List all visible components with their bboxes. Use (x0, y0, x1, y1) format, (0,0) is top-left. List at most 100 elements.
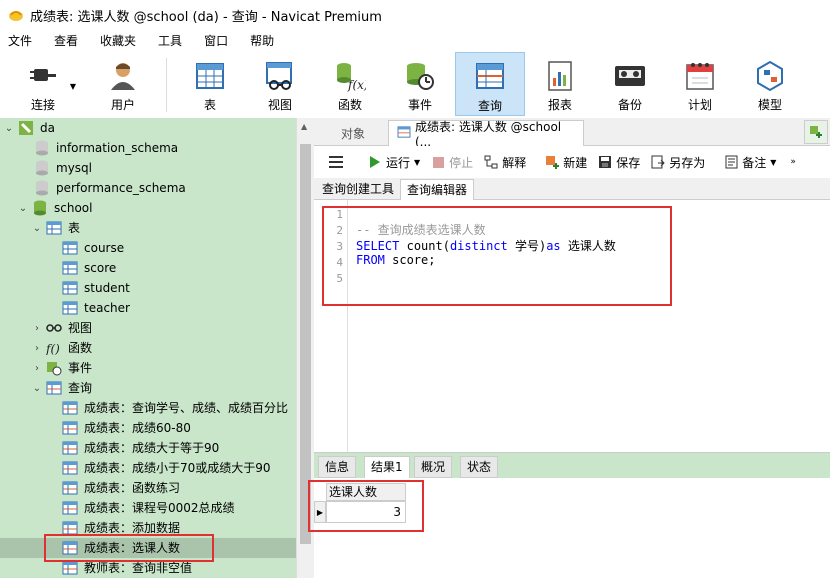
tree-group-queries[interactable]: ⌄ 查询 (32, 378, 92, 398)
toolbar-divider (166, 58, 167, 112)
chevron-down-icon[interactable]: ⌄ (18, 203, 28, 214)
tree-connection-da[interactable]: ⌄ da (4, 118, 55, 138)
query-icon (62, 560, 78, 576)
table-name: course (84, 241, 125, 255)
tab-query-editor[interactable]: 查询编辑器 (400, 179, 475, 200)
tree-table-student[interactable]: student (62, 278, 130, 298)
query-name: 成绩表：课程号0002总成绩 (84, 501, 235, 515)
main-toolbar: 连接 ▼ 用户 表 视图 f(x) 函数 (0, 52, 830, 118)
query-name: 成绩表：函数练习 (84, 481, 181, 495)
query-icon (62, 460, 78, 476)
result-grid: 选课人数 ▶ 3 (308, 478, 830, 578)
menu-toggle-button[interactable] (328, 154, 347, 170)
tree-group-views[interactable]: › 视图 (32, 318, 92, 338)
run-label: 运行 (386, 155, 411, 170)
stop-button[interactable]: 停止 (430, 154, 473, 171)
menu-file[interactable]: 文件 (0, 30, 43, 52)
chevron-down-icon[interactable]: ⌄ (4, 123, 14, 134)
tree-query-item[interactable]: 成绩表：成绩大于等于90 (62, 438, 219, 458)
menu-favorites[interactable]: 收藏夹 (89, 30, 147, 52)
event-button[interactable]: 事件 (385, 52, 455, 116)
save-label: 保存 (616, 155, 641, 170)
view-button[interactable]: 视图 (245, 52, 315, 116)
tree-table-course[interactable]: course (62, 238, 124, 258)
save-icon (597, 154, 613, 170)
group-label: 视图 (68, 321, 93, 335)
database-icon (34, 140, 50, 156)
sql-editor[interactable]: 1 2 3 4 5 -- 查询成绩表选课人数 SELECT count(dist… (314, 200, 830, 452)
object-tree: ⌄ da information_schema mysql performanc… (0, 118, 296, 578)
tab-query-builder[interactable]: 查询创建工具 (316, 179, 400, 200)
explain-button[interactable]: 解释 (483, 154, 526, 171)
menu-tools[interactable]: 工具 (147, 30, 193, 52)
run-button[interactable]: 运行 ▼ (367, 154, 420, 171)
tree-table-score[interactable]: score (62, 258, 116, 278)
tree-group-functions[interactable]: › f() 函数 (32, 338, 92, 358)
function-icon: f() (46, 340, 62, 356)
connect-button[interactable]: 连接 ▼ (8, 52, 78, 116)
save-as-label: 另存为 (669, 155, 706, 170)
database-icon (34, 180, 50, 196)
function-icon: f(x) (332, 58, 368, 94)
user-button[interactable]: 用户 (88, 52, 158, 116)
tree-query-item[interactable]: 成绩表：函数练习 (62, 478, 180, 498)
notes-button[interactable]: 备注 ▼ (723, 154, 776, 171)
tree-query-item[interactable]: 成绩表：查询学号、成绩、成绩百分比 (62, 398, 288, 418)
schedule-button[interactable]: 计划 (665, 52, 735, 116)
report-button[interactable]: 报表 (525, 52, 595, 116)
function-button[interactable]: f(x) 函数 (315, 52, 385, 116)
notes-label: 备注 (742, 155, 767, 170)
save-button[interactable]: 保存 (597, 154, 640, 171)
save-as-button[interactable]: 另存为 (650, 154, 705, 171)
query-toolbar: 运行 ▼ 停止 解释 新建 保存 另存为 备注 ▼ » (314, 146, 830, 178)
tab-info[interactable]: 信息 (318, 456, 357, 478)
tree-db-information-schema[interactable]: information_schema (34, 138, 178, 158)
tree-query-item[interactable]: 成绩表：课程号0002总成绩 (62, 498, 235, 518)
tab-status[interactable]: 状态 (460, 456, 499, 478)
editor-subtabs: 查询创建工具 查询编辑器 (314, 178, 830, 200)
tree-db-school[interactable]: ⌄ school (18, 198, 92, 218)
tab-query[interactable]: 成绩表: 选课人数 @school (... (388, 120, 584, 149)
overflow-icon[interactable]: » (790, 157, 796, 167)
group-label: 函数 (68, 341, 93, 355)
menu-window[interactable]: 窗口 (193, 30, 239, 52)
new-tab-button[interactable] (804, 120, 828, 144)
tab-overview[interactable]: 概况 (414, 456, 453, 478)
function-label: 函数 (337, 98, 362, 112)
scroll-up-icon[interactable]: ▲ (301, 122, 307, 131)
tree-db-mysql[interactable]: mysql (34, 158, 92, 178)
calendar-icon (682, 58, 718, 94)
new-button[interactable]: 新建 (544, 154, 587, 171)
query-icon (62, 420, 78, 436)
model-button[interactable]: 模型 (735, 52, 805, 116)
query-icon (62, 480, 78, 496)
play-icon (367, 154, 383, 170)
chevron-down-icon[interactable]: ▼ (770, 158, 776, 167)
menu-view[interactable]: 查看 (43, 30, 89, 52)
tree-query-item[interactable]: 成绩表：成绩60-80 (62, 418, 191, 438)
explain-label: 解释 (502, 155, 527, 170)
save-as-icon (650, 154, 666, 170)
backup-button[interactable]: 备份 (595, 52, 665, 116)
tree-group-events[interactable]: › 事件 (32, 358, 92, 378)
chevron-right-icon[interactable]: › (32, 363, 42, 374)
connect-label: 连接 (30, 98, 55, 112)
query-name: 成绩表：查询学号、成绩、成绩百分比 (84, 401, 289, 415)
menu-help[interactable]: 帮助 (239, 30, 285, 52)
chevron-down-icon[interactable]: ▼ (70, 82, 76, 91)
tree-query-item[interactable]: 成绩表：成绩小于70或成绩大于90 (62, 458, 271, 478)
chevron-down-icon[interactable]: ▼ (414, 158, 420, 167)
chevron-right-icon[interactable]: › (32, 323, 42, 334)
chevron-down-icon[interactable]: ⌄ (32, 223, 42, 234)
hamburger-icon (328, 154, 344, 170)
table-button[interactable]: 表 (175, 52, 245, 116)
tab-objects[interactable]: 对象 (322, 120, 384, 146)
tree-table-teacher[interactable]: teacher (62, 298, 130, 318)
chevron-right-icon[interactable]: › (32, 343, 42, 354)
stop-label: 停止 (449, 155, 474, 170)
tree-group-tables[interactable]: ⌄ 表 (32, 218, 80, 238)
tab-result1[interactable]: 结果1 (364, 456, 410, 478)
tree-db-performance-schema[interactable]: performance_schema (34, 178, 186, 198)
chevron-down-icon[interactable]: ⌄ (32, 383, 42, 394)
query-button[interactable]: 查询 (455, 52, 525, 116)
